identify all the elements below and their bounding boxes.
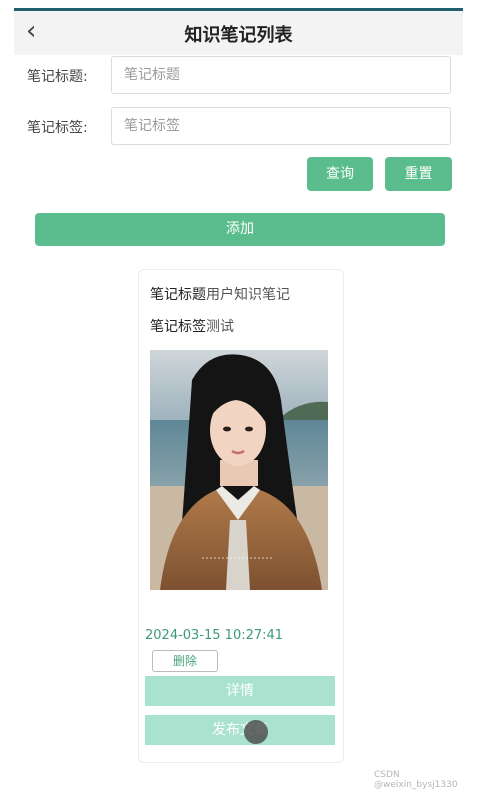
note-title-line: 笔记标题用户知识笔记 — [150, 284, 290, 304]
delete-button[interactable]: 删除 — [152, 650, 218, 672]
publish-article-button[interactable]: 发布文章 — [145, 715, 335, 745]
note-tag-line: 笔记标签测试 — [150, 316, 234, 336]
query-button[interactable]: 查询 — [307, 157, 373, 191]
watermark: CSDN @weixin_bysj1330 — [374, 770, 458, 790]
title-search-input[interactable] — [111, 56, 451, 94]
title-filter-row: 笔记标题: — [0, 56, 484, 96]
add-button[interactable]: 添加 — [35, 213, 445, 246]
tag-search-input[interactable] — [111, 107, 451, 145]
tag-filter-label: 笔记标签: — [27, 120, 88, 136]
title-filter-label: 笔记标题: — [27, 69, 88, 85]
publish-label: 发布 — [212, 722, 240, 738]
detail-button[interactable]: 详情 — [145, 676, 335, 706]
portrait-photo — [150, 350, 328, 590]
note-tag-key: 笔记标签 — [150, 319, 206, 335]
touch-cursor-indicator — [244, 720, 268, 744]
note-card: 笔记标题用户知识笔记 笔记标签测试 2024-03-15 10:27:41 删除… — [138, 269, 344, 763]
note-tag-value: 测试 — [206, 319, 234, 335]
note-title-value: 用户知识笔记 — [206, 287, 290, 303]
nav-bar: ‹ 知识笔记列表 — [14, 11, 463, 55]
tag-filter-row: 笔记标签: — [0, 107, 484, 147]
reset-button[interactable]: 重置 — [385, 157, 452, 191]
page-title: 知识笔记列表 — [184, 25, 293, 46]
note-cover-image[interactable] — [150, 350, 328, 590]
note-date: 2024-03-15 10:27:41 — [145, 628, 284, 643]
note-title-key: 笔记标题 — [150, 287, 206, 303]
